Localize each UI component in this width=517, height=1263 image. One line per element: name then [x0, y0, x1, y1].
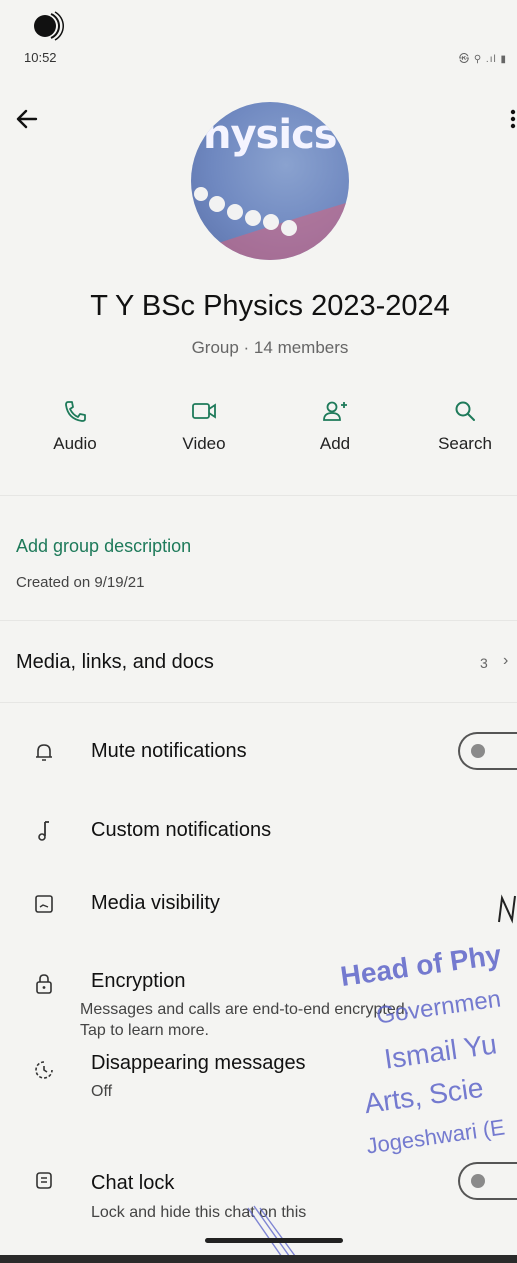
- stamp-line-1: Head of Phy: [338, 938, 504, 993]
- handwritten-signature-mark: [498, 894, 516, 924]
- group-name: T Y BSc Physics 2023-2024: [90, 290, 450, 322]
- divider: [0, 702, 517, 703]
- phone-icon: [65, 401, 86, 422]
- add-member-button[interactable]: Add: [280, 398, 390, 454]
- encryption-subtitle-line2: Tap to learn more.: [80, 1022, 209, 1039]
- group-avatar[interactable]: hysics: [191, 102, 349, 260]
- search-label: Search: [438, 434, 492, 453]
- search-icon: [455, 401, 475, 421]
- stamp-line-4: Arts, Scie: [362, 1071, 486, 1120]
- stamp-line-2: Governmen: [374, 985, 503, 1030]
- chat-lock-toggle[interactable]: [458, 1162, 517, 1200]
- divider: [0, 495, 517, 496]
- divider: [0, 620, 517, 621]
- video-icon: [192, 403, 216, 419]
- audio-label: Audio: [53, 434, 97, 453]
- status-icons: ㉿ ⚲ .ıl ▮: [459, 54, 507, 65]
- add-person-icon: [323, 401, 347, 421]
- encryption-row[interactable]: Encryption: [91, 970, 186, 993]
- search-button[interactable]: Search: [410, 398, 517, 454]
- bell-icon: [36, 744, 52, 761]
- stamp-line-5: Jogeshwari (E: [364, 1114, 507, 1159]
- media-links-docs-row[interactable]: Media, links, and docs: [16, 651, 214, 674]
- timer-icon: [35, 1061, 53, 1079]
- back-arrow-icon[interactable]: [14, 106, 40, 132]
- encryption-subtitle-line1: Messages and calls are end-to-end encryp…: [80, 1001, 410, 1018]
- status-time: 10:52: [24, 50, 57, 65]
- group-subtitle: Group · 14 members: [191, 338, 349, 357]
- chevron-right-icon: ›: [503, 652, 509, 669]
- disappearing-value: Off: [91, 1083, 113, 1100]
- encryption-subtitle: Messages and calls are end-to-end encryp…: [80, 999, 409, 1041]
- notification-ring-icon: [34, 11, 64, 41]
- media-count: 3: [480, 655, 488, 671]
- music-note-icon: [38, 821, 49, 841]
- chat-lock-row[interactable]: Chat lock: [91, 1172, 174, 1195]
- chat-lock-icon: [36, 1172, 52, 1189]
- add-group-description-link[interactable]: Add group description: [16, 536, 191, 557]
- custom-notifications-row[interactable]: Custom notifications: [91, 819, 271, 842]
- more-options-icon[interactable]: [507, 106, 517, 132]
- avatar-pearls-image: [191, 187, 349, 260]
- home-indicator[interactable]: [205, 1238, 343, 1243]
- audio-call-button[interactable]: Audio: [20, 398, 130, 454]
- video-label: Video: [182, 434, 226, 453]
- mute-toggle[interactable]: [458, 732, 517, 770]
- add-label: Add: [319, 434, 351, 453]
- created-date: Created on 9/19/21: [16, 574, 145, 591]
- lock-icon: [36, 974, 52, 994]
- media-visibility-row[interactable]: Media visibility: [91, 892, 220, 915]
- mute-notifications-row[interactable]: Mute notifications: [91, 740, 247, 763]
- toggle-knob: [471, 1174, 485, 1188]
- toggle-knob: [471, 744, 485, 758]
- video-call-button[interactable]: Video: [149, 398, 259, 454]
- disappearing-messages-row[interactable]: Disappearing messages: [91, 1052, 306, 1075]
- bottom-edge: [0, 1255, 517, 1263]
- image-icon: [35, 895, 53, 913]
